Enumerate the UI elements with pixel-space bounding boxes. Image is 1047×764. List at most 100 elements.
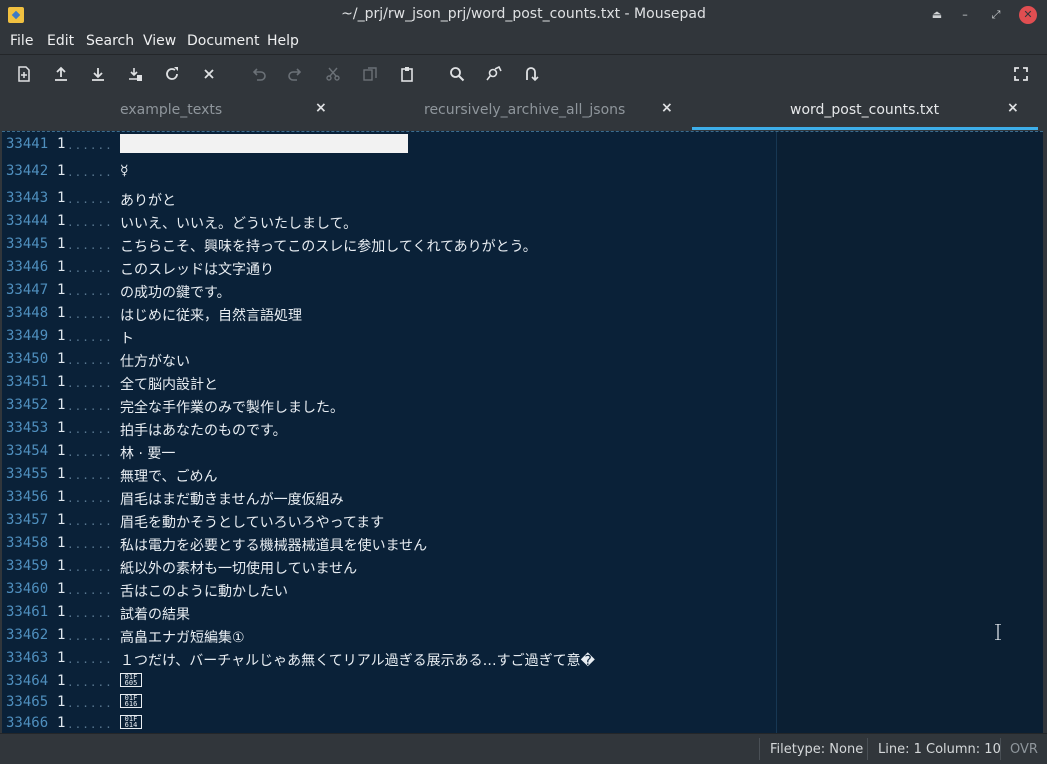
reload-icon[interactable] — [161, 63, 183, 85]
line-number: 33461 — [6, 604, 49, 620]
word-count: 1 — [57, 673, 66, 689]
line-text: ☿ — [120, 163, 129, 179]
line-text: 01F 614 — [120, 715, 142, 731]
tab-example-texts[interactable]: example_texts × — [0, 92, 346, 130]
line-number: 33447 — [6, 282, 49, 298]
overwrite-mode-indicator[interactable]: OVR — [1010, 742, 1038, 757]
copy-icon[interactable] — [359, 63, 381, 85]
word-count: 1 — [57, 535, 66, 551]
whitespace-marker: ...... — [67, 492, 113, 505]
editor-line[interactable]: 33441 1...... — [2, 134, 776, 159]
maximize-button[interactable]: ⤢ — [987, 6, 1005, 24]
title-bar: ~/_prj/rw_json_prj/word_post_counts.txt … — [0, 0, 1047, 30]
line-text: こちらこそ、興味を持ってこのスレに参加してくれてありがとう。 — [120, 239, 537, 255]
line-text: いいえ、いいえ。どういたしまして。 — [120, 216, 358, 232]
editor-line[interactable]: 33452 1...... 完全な手作業のみで製作しました。 — [2, 397, 776, 420]
tab-close-icon[interactable]: × — [661, 100, 673, 116]
editor-line[interactable]: 33466 1...... 01F 614 — [2, 715, 776, 733]
line-number: 33454 — [6, 443, 49, 459]
line-text: 01F 616 — [120, 694, 142, 710]
word-count: 1 — [57, 259, 66, 275]
menu-edit[interactable]: Edit — [47, 33, 74, 49]
missing-glyph-box: 01F 605 — [120, 673, 142, 687]
editor-line[interactable]: 33464 1...... 01F 605 — [2, 673, 776, 696]
word-count: 1 — [57, 190, 66, 206]
editor-line[interactable]: 33447 1...... の成功の鍵です。 — [2, 282, 776, 305]
editor-line[interactable]: 33451 1...... 全て脳内設計と — [2, 374, 776, 397]
redo-icon[interactable] — [284, 63, 306, 85]
tab-recursively-archive-all-jsons[interactable]: recursively_archive_all_jsons × — [346, 92, 692, 130]
editor-line[interactable]: 33465 1...... 01F 616 — [2, 694, 776, 717]
word-count: 1 — [57, 328, 66, 344]
close-window-button[interactable]: ✕ — [1019, 6, 1037, 24]
line-number: 33459 — [6, 558, 49, 574]
word-count: 1 — [57, 489, 66, 505]
menu-document[interactable]: Document — [187, 33, 260, 49]
whitespace-marker: ...... — [67, 653, 113, 666]
editor-line[interactable]: 33459 1...... 紙以外の素材も一切使用していません — [2, 558, 776, 581]
editor-line[interactable]: 33455 1...... 無理で、ごめん — [2, 466, 776, 489]
whitespace-marker: ...... — [67, 607, 113, 620]
whitespace-marker: ...... — [67, 262, 113, 275]
filetype-indicator[interactable]: Filetype: None — [770, 742, 863, 757]
line-number: 33453 — [6, 420, 49, 436]
word-count: 1 — [57, 397, 66, 413]
find-replace-icon[interactable] — [483, 63, 505, 85]
cut-icon[interactable] — [322, 63, 344, 85]
paste-icon[interactable] — [396, 63, 418, 85]
fullscreen-icon[interactable] — [1010, 63, 1032, 85]
editor-line[interactable]: 33462 1...... 高畠エナガ短編集① — [2, 627, 776, 650]
mousepad-window: ~/_prj/rw_json_prj/word_post_counts.txt … — [0, 0, 1047, 764]
tab-word-post-counts[interactable]: word_post_counts.txt × — [692, 92, 1038, 130]
editor-line[interactable]: 33458 1...... 私は電力を必要とする機械器械道具を使いません — [2, 535, 776, 558]
whitespace-marker: ...... — [67, 239, 113, 252]
editor-line[interactable]: 33446 1...... このスレッドは文字通り — [2, 259, 776, 282]
text-editor[interactable]: 33441 1...... 33442 1...... ☿ 33443 1...... ありが… — [2, 131, 1043, 733]
line-text: 01F 605 — [120, 673, 142, 689]
tab-close-icon[interactable]: × — [315, 100, 327, 116]
shade-button[interactable]: ⏏ — [928, 6, 946, 24]
editor-line[interactable]: 33450 1...... 仕方がない — [2, 351, 776, 374]
editor-line[interactable]: 33449 1...... ト — [2, 328, 776, 351]
close-document-icon[interactable] — [198, 63, 220, 85]
word-count: 1 — [57, 604, 66, 620]
new-document-icon[interactable] — [13, 63, 35, 85]
editor-line[interactable]: 33457 1...... 眉毛を動かそうとしていろいろやってます — [2, 512, 776, 535]
word-count: 1 — [57, 443, 66, 459]
find-icon[interactable] — [446, 63, 468, 85]
editor-line[interactable]: 33463 1...... １つだけ、バーチャルじゃあ無くてリアル過ぎる展示ある…す… — [2, 650, 776, 673]
editor-line[interactable]: 33461 1...... 試着の結果 — [2, 604, 776, 627]
editor-line[interactable]: 33443 1...... ありがと — [2, 190, 776, 213]
editor-line[interactable]: 33453 1...... 拍手はあなたのものです。 — [2, 420, 776, 443]
line-number: 33452 — [6, 397, 49, 413]
word-count: 1 — [57, 627, 66, 643]
open-icon[interactable] — [50, 63, 72, 85]
whitespace-marker: ...... — [67, 377, 113, 390]
whitespace-marker: ...... — [67, 331, 113, 344]
minimize-button[interactable]: – — [956, 6, 974, 24]
status-separator — [1000, 738, 1001, 760]
line-number: 33446 — [6, 259, 49, 275]
line-text: 眉毛はまだ動きませんが一度仮組み — [120, 492, 344, 508]
editor-line[interactable]: 33448 1...... はじめに従来，自然言語処理 — [2, 305, 776, 328]
menu-search[interactable]: Search — [86, 33, 134, 49]
undo-icon[interactable] — [248, 63, 270, 85]
editor-line[interactable]: 33444 1...... いいえ、いいえ。どういたしまして。 — [2, 213, 776, 236]
save-as-icon[interactable] — [124, 63, 146, 85]
menu-view[interactable]: View — [143, 33, 176, 49]
line-number: 33462 — [6, 627, 49, 643]
editor-line[interactable]: 33445 1...... こちらこそ、興味を持ってこのスレに参加してくれてありがと… — [2, 236, 776, 259]
line-number: 33458 — [6, 535, 49, 551]
editor-line[interactable]: 33460 1...... 舌はこのように動かしたい — [2, 581, 776, 604]
menu-help[interactable]: Help — [267, 33, 299, 49]
tab-close-icon[interactable]: × — [1007, 100, 1019, 116]
editor-line[interactable]: 33454 1...... 林 · 要一 — [2, 443, 776, 466]
menu-file[interactable]: File — [10, 33, 33, 49]
goto-line-icon[interactable] — [520, 63, 542, 85]
whitespace-marker: ...... — [67, 166, 113, 179]
whitespace-marker: ...... — [67, 630, 113, 643]
line-text: 完全な手作業のみで製作しました。 — [120, 400, 344, 416]
editor-line[interactable]: 33442 1...... ☿ — [2, 163, 776, 186]
save-icon[interactable] — [87, 63, 109, 85]
editor-line[interactable]: 33456 1...... 眉毛はまだ動きませんが一度仮組み — [2, 489, 776, 512]
